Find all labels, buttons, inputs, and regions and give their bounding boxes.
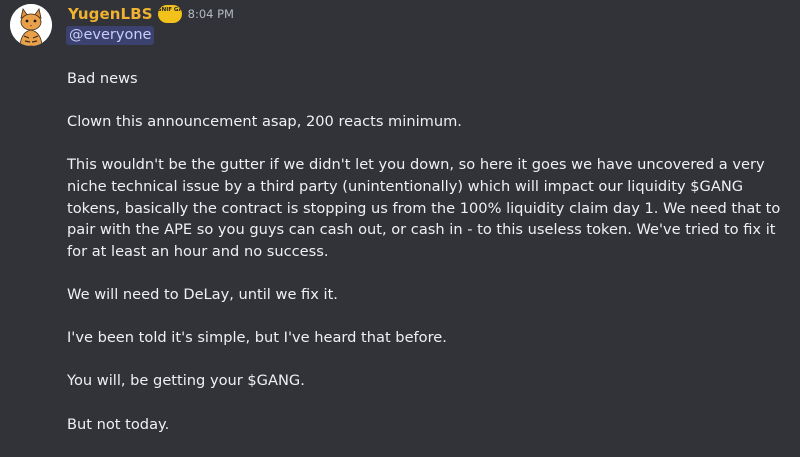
message-paragraph: We will need to DeLay, until we fix it. bbox=[67, 285, 338, 303]
message-paragraph: But not today. bbox=[67, 415, 170, 433]
cat-avatar-icon bbox=[10, 4, 52, 46]
chat-message: YugenLBS SNIF GANG 8:04 PM @everyone Bad… bbox=[0, 0, 800, 457]
message-paragraph: Bad news bbox=[67, 70, 138, 87]
message-header: YugenLBS SNIF GANG 8:04 PM bbox=[68, 4, 234, 24]
everyone-mention[interactable]: @everyone bbox=[66, 26, 155, 45]
message-paragraph: This wouldn't be the gutter if we didn't… bbox=[67, 156, 781, 260]
author-name[interactable]: YugenLBS bbox=[68, 5, 153, 23]
server-tag-badge[interactable]: SNIF GANG bbox=[157, 5, 182, 23]
message-timestamp[interactable]: 8:04 PM bbox=[188, 7, 234, 21]
message-content: Bad news Clown this announcement asap, 2… bbox=[67, 68, 787, 435]
message-paragraph: Clown this announcement asap, 200 reacts… bbox=[67, 113, 462, 131]
message-paragraph: I've been told it's simple, but I've hea… bbox=[67, 329, 447, 347]
user-avatar[interactable] bbox=[10, 4, 52, 46]
message-paragraph: You will, be getting your $GANG. bbox=[67, 372, 305, 390]
